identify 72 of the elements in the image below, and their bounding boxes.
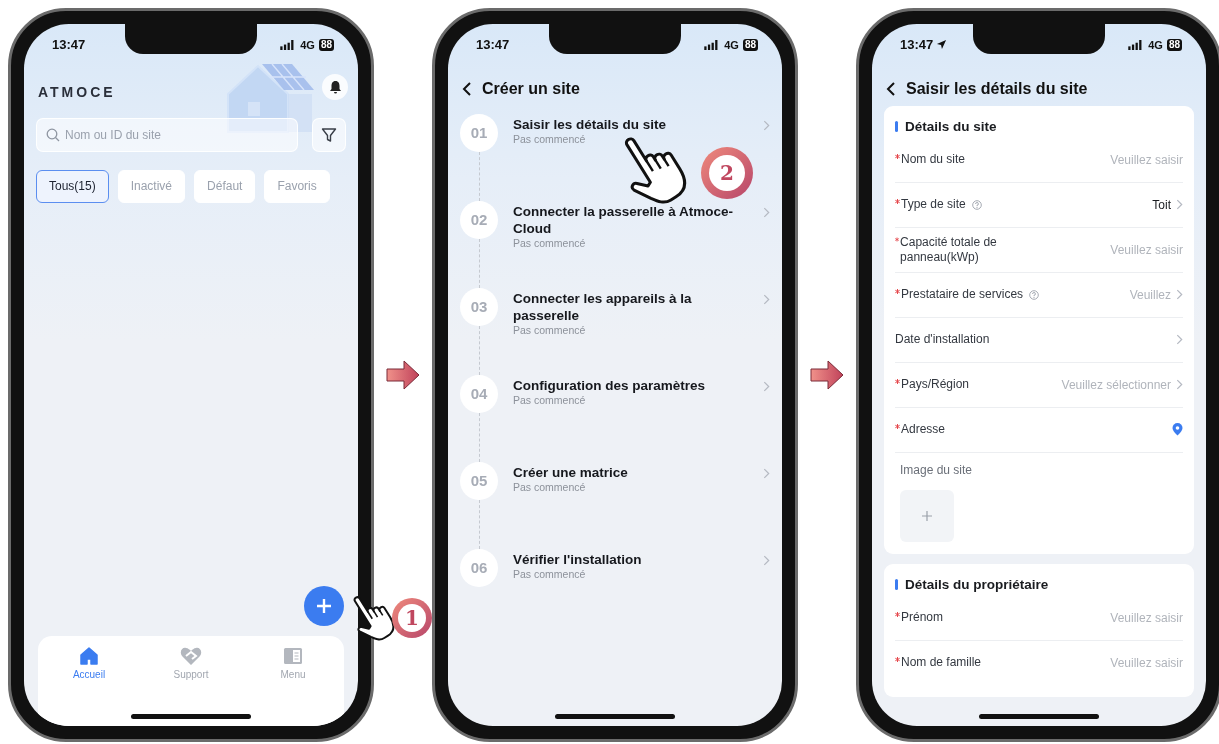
filter-icon xyxy=(321,126,337,143)
step-number: 01 xyxy=(460,113,498,152)
map-pin-icon[interactable] xyxy=(1172,423,1183,436)
chevron-right-icon xyxy=(1176,289,1183,300)
step-number: 06 xyxy=(460,548,498,587)
step-item[interactable]: Connecter la passerelle à Atmoce-Cloud Pas commencé xyxy=(513,200,770,288)
home-icon xyxy=(79,645,99,666)
battery-level: 88 xyxy=(742,38,758,51)
chevron-right-icon xyxy=(763,554,770,566)
chevron-right-icon xyxy=(1176,334,1183,345)
brand-logo: ATMOCE xyxy=(38,83,116,100)
screen-title: Saisir les détails du site xyxy=(906,79,1088,98)
field-label: Pays/Région xyxy=(901,377,970,392)
text-input-field[interactable]: Veuillez saisir xyxy=(1073,152,1183,167)
filter-chip[interactable]: Tous(15) xyxy=(36,169,109,203)
text-input-field[interactable]: Veuillez saisir xyxy=(1073,655,1183,670)
chevron-right-icon xyxy=(763,119,770,131)
step-item[interactable]: Connecter les appareils à la passerelle Pas commencé xyxy=(513,287,770,375)
field-label: Image du site xyxy=(900,462,973,478)
section-accent-bar xyxy=(895,121,898,132)
step-number: 03 xyxy=(460,287,498,326)
field-label: Nom du site xyxy=(901,152,966,167)
status-time: 13:47 xyxy=(52,37,86,52)
status-time: 13:47 xyxy=(900,37,934,52)
battery-level: 88 xyxy=(318,38,334,51)
network-label: 4G xyxy=(1148,38,1163,51)
text-input-field[interactable]: Veuillez saisir xyxy=(1073,242,1183,257)
section-accent-bar xyxy=(895,579,898,590)
bell-icon xyxy=(328,79,342,94)
chevron-right-icon xyxy=(763,293,770,305)
chevron-right-icon xyxy=(763,206,770,218)
field-label: Nom de famille xyxy=(901,655,982,670)
chevron-right-icon xyxy=(1176,379,1183,390)
step-item[interactable]: Vérifier l'installation Pas commencé xyxy=(513,548,770,636)
step-number: 04 xyxy=(460,374,498,413)
field-label: Prestataire de services xyxy=(901,287,1024,302)
search-icon xyxy=(46,127,60,142)
field-label: Type de site xyxy=(901,197,966,212)
chevron-right-icon xyxy=(763,467,770,479)
battery-level: 88 xyxy=(1166,38,1182,51)
field-label: Capacité totale de panneau(kWp) xyxy=(900,234,998,265)
right-arrow-icon xyxy=(810,359,844,390)
nav-tab[interactable]: Accueil xyxy=(38,645,140,686)
search-field[interactable]: Nom ou ID du site xyxy=(36,117,298,152)
step-item[interactable]: Créer une matrice Pas commencé xyxy=(513,461,770,549)
heart-handshake-icon xyxy=(180,645,202,666)
back-button[interactable] xyxy=(462,81,472,96)
field-label: Date d'installation xyxy=(895,332,990,347)
notification-bell-button[interactable] xyxy=(322,73,348,100)
field-label: Prénom xyxy=(901,610,944,625)
plus-icon xyxy=(921,509,933,522)
section-title: Détails du propriétaire xyxy=(905,577,1049,592)
section-title: Détails du site xyxy=(905,119,997,134)
screen-title: Créer un site xyxy=(482,79,580,98)
add-button[interactable] xyxy=(304,585,344,626)
network-label: 4G xyxy=(724,38,739,51)
select-value[interactable]: Toit xyxy=(1152,197,1171,212)
chevron-right-icon xyxy=(763,380,770,392)
step-item[interactable]: Configuration des paramètres Pas commencé xyxy=(513,374,770,462)
step-number: 02 xyxy=(460,200,498,239)
chevron-right-icon xyxy=(1176,199,1183,210)
status-time: 13:47 xyxy=(476,37,510,52)
step-number: 05 xyxy=(460,461,498,500)
back-button[interactable] xyxy=(886,81,896,96)
filter-button[interactable] xyxy=(312,117,346,152)
text-input-field[interactable]: Veuillez saisir xyxy=(1073,610,1183,625)
book-icon xyxy=(283,645,303,666)
step-callout-badge: 1 xyxy=(392,598,432,638)
network-label: 4G xyxy=(300,38,315,51)
plus-icon xyxy=(316,597,332,614)
field-label: Adresse xyxy=(901,422,946,437)
right-arrow-icon xyxy=(386,359,420,390)
